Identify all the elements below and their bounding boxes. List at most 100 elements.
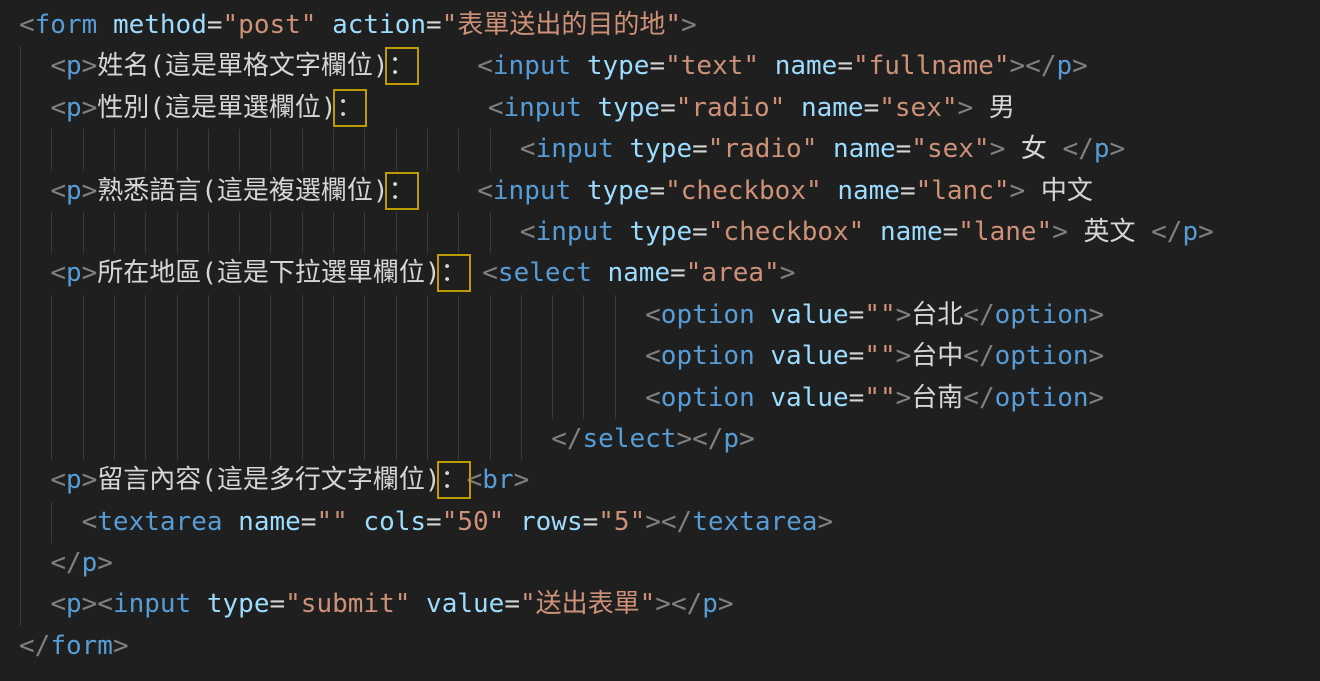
code-line: </p> [19, 543, 1214, 584]
indent-guide [114, 295, 115, 336]
code-token: p [66, 258, 82, 288]
indent-guide [364, 419, 365, 460]
code-token: = [649, 51, 665, 81]
code-token: < [50, 93, 66, 123]
code-token: 英文 [1068, 217, 1151, 247]
code-token: "lanc" [916, 176, 1010, 206]
indent-guide [615, 378, 616, 419]
code-line: <p>所在地區(這是下拉選單欄位)： <select name="area"> [19, 253, 1214, 294]
indent-guide [364, 378, 365, 419]
indent-guide [51, 378, 52, 419]
code-token: 女 [1005, 134, 1062, 164]
code-token [755, 383, 771, 413]
code-token [363, 93, 488, 123]
indent-guide [490, 378, 491, 419]
code-token: < [477, 176, 493, 206]
code-token: < [482, 258, 498, 288]
code-token: > [82, 93, 98, 123]
indent-guide [145, 212, 146, 253]
code-token: "area" [686, 258, 780, 288]
code-token: </ [1151, 217, 1182, 247]
code-token [817, 134, 833, 164]
code-token: 台南 [911, 383, 963, 413]
code-token: option [995, 341, 1089, 371]
indent-guide [51, 212, 52, 253]
code-token: > [1198, 217, 1214, 247]
code-token: p [66, 93, 82, 123]
code-token: input [536, 134, 614, 164]
code-token [504, 507, 520, 537]
code-token [582, 93, 598, 123]
unicode-highlight-box: ： [441, 465, 467, 495]
indent-guide [239, 419, 240, 460]
code-token: < [520, 217, 536, 247]
code-token: "text" [665, 51, 759, 81]
code-token: > [82, 465, 98, 495]
code-token: </ [963, 341, 994, 371]
code-token: p [723, 424, 739, 454]
indent-guide [583, 295, 584, 336]
code-token: < [50, 589, 66, 619]
indent-guide [83, 336, 84, 377]
indent-guide [20, 584, 21, 625]
code-line: <option value="">台南</option> [19, 378, 1214, 419]
code-token: "radio" [708, 134, 818, 164]
indent-guide [208, 378, 209, 419]
code-token: 性別(這是單選欄位) [97, 93, 336, 123]
indent-guide [364, 336, 365, 377]
code-token: value [770, 341, 848, 371]
code-token [97, 10, 113, 40]
code-token: 台中 [911, 341, 963, 371]
indent-guide [177, 295, 178, 336]
code-token: = [849, 383, 865, 413]
code-token: > [82, 176, 98, 206]
code-token [415, 176, 478, 206]
code-token [571, 51, 587, 81]
code-editor[interactable]: <form method="post" action="表單送出的目的地"> <… [0, 0, 1320, 681]
code-token: < [477, 51, 493, 81]
indent-guide [20, 419, 21, 460]
indent-guide [396, 295, 397, 336]
code-token: p [702, 589, 718, 619]
indent-guide [396, 336, 397, 377]
code-token [348, 507, 364, 537]
indent-guide [145, 419, 146, 460]
code-token [822, 176, 838, 206]
code-token: "送出表單" [520, 589, 655, 619]
code-token: method [113, 10, 207, 40]
code-token: 中文 [1025, 176, 1093, 206]
code-token: < [467, 465, 483, 495]
code-token: > [97, 548, 113, 578]
code-token: "50" [442, 507, 505, 537]
indent-guide [114, 129, 115, 170]
code-token: type [587, 176, 650, 206]
code-token: = [670, 258, 686, 288]
code-token: > [681, 10, 697, 40]
code-token: > [958, 93, 974, 123]
code-token: input [113, 589, 191, 619]
indent-guide [83, 129, 84, 170]
indent-guide [177, 378, 178, 419]
code-token: 男 [973, 93, 1015, 123]
code-token [410, 589, 426, 619]
code-token: rows [520, 507, 583, 537]
code-token: option [995, 383, 1089, 413]
indent-guide [302, 212, 303, 253]
indent-guide [270, 378, 271, 419]
code-token: type [630, 134, 693, 164]
code-token: < [50, 51, 66, 81]
code-token: < [50, 465, 66, 495]
indent-guide [208, 336, 209, 377]
code-token: > [113, 631, 129, 661]
code-token: 台北 [911, 300, 963, 330]
code-line: <p>留言內容(這是多行文字欄位)：<br> [19, 460, 1214, 501]
code-indent [19, 176, 50, 206]
indent-guide [521, 336, 522, 377]
code-token: "post" [223, 10, 317, 40]
code-token: p [1056, 51, 1072, 81]
code-token [467, 258, 483, 288]
code-token [864, 217, 880, 247]
code-token: form [35, 10, 98, 40]
code-indent [19, 93, 50, 123]
indent-guide [270, 212, 271, 253]
